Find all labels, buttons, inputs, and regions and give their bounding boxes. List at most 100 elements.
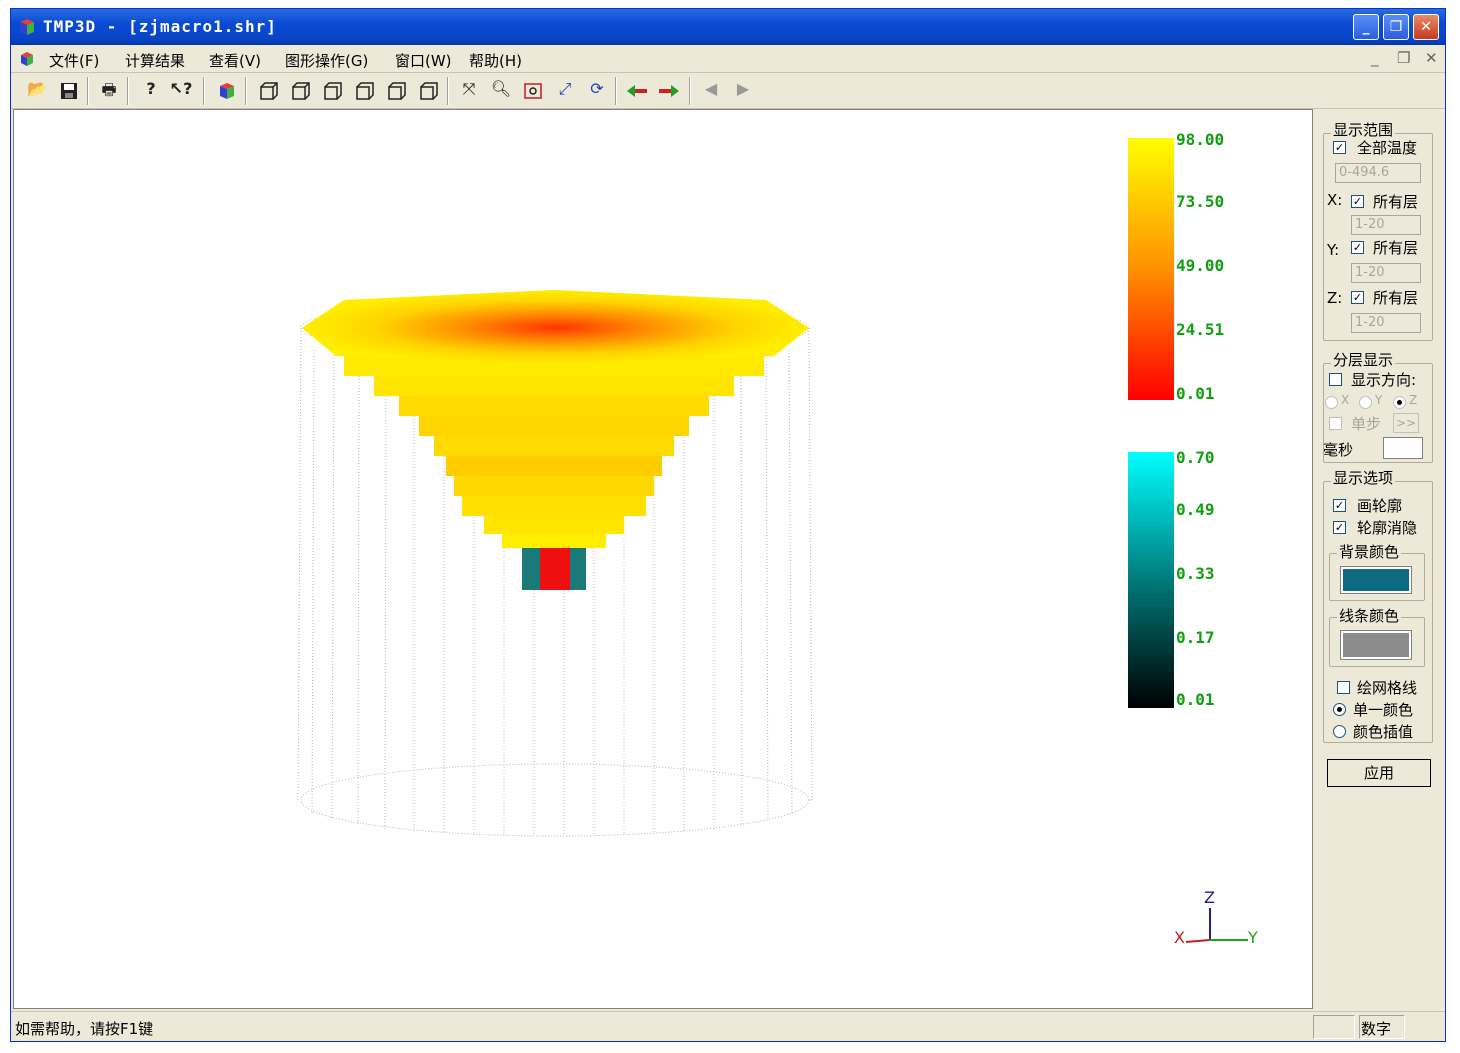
all-temp-label: 全部温度 xyxy=(1357,139,1418,157)
open-icon[interactable]: 📂 xyxy=(25,79,49,103)
temperature-legend xyxy=(1128,138,1174,400)
grid-label: 绘网格线 xyxy=(1357,679,1418,697)
view-top-icon[interactable] xyxy=(385,79,409,103)
all-temp-checkbox[interactable]: ✓ xyxy=(1333,141,1346,154)
toolbar-separator xyxy=(127,77,129,105)
x-all-layers-checkbox[interactable]: ✓ xyxy=(1351,195,1364,208)
axis-label-y: Y xyxy=(1248,928,1258,947)
y-range-input[interactable]: 1-20 xyxy=(1351,263,1421,283)
pan-icon[interactable]: ⤢ xyxy=(553,79,577,103)
secondary-legend-label: 0.33 xyxy=(1176,564,1215,583)
secondary-legend-label: 0.01 xyxy=(1176,690,1215,709)
z-direction-label: Z xyxy=(1409,393,1418,407)
window-title: TMP3D - [zjmacro1.shr] xyxy=(43,17,277,36)
arrow-left-icon[interactable] xyxy=(625,79,649,103)
outline-checkbox[interactable]: ✓ xyxy=(1333,499,1346,512)
status-num-indicator: 数字 xyxy=(1361,1020,1392,1038)
zoom-window-icon[interactable] xyxy=(521,79,545,103)
y-direction-radio[interactable] xyxy=(1359,396,1372,409)
temp-range-input[interactable]: 0-494.6 xyxy=(1335,163,1421,183)
secondary-legend-label: 0.49 xyxy=(1176,500,1215,519)
title-bar[interactable]: TMP3D - [zjmacro1.shr] _ ❐ ✕ xyxy=(11,9,1445,45)
x-direction-label: X xyxy=(1341,393,1350,407)
secondary-legend-label: 0.17 xyxy=(1176,628,1215,647)
line-color-swatch[interactable] xyxy=(1340,630,1412,660)
zoom-icon[interactable]: 🔍︎ xyxy=(489,79,513,103)
z-direction-radio[interactable] xyxy=(1393,396,1406,409)
apply-button[interactable]: 应用 xyxy=(1327,759,1431,787)
x-all-layers-label: 所有层 xyxy=(1373,193,1419,211)
single-color-label: 单一颜色 xyxy=(1353,701,1414,719)
secondary-colorbar xyxy=(1128,452,1174,708)
toolbar-separator xyxy=(689,77,691,105)
control-panel: 显示范围 ✓ 全部温度 0-494.6 X: ✓ 所有层 1-20 Y: ✓ 所… xyxy=(1313,109,1445,1009)
ms-input[interactable] xyxy=(1383,437,1423,459)
y-all-layers-checkbox[interactable]: ✓ xyxy=(1351,241,1364,254)
view-right-icon[interactable] xyxy=(353,79,377,103)
bg-color-swatch[interactable] xyxy=(1340,566,1412,594)
arrow-right-icon[interactable] xyxy=(657,79,681,103)
status-hint: 如需帮助，请按F1键 xyxy=(15,1020,154,1038)
mdi-close-button[interactable]: ✕ xyxy=(1425,49,1438,67)
view-back-icon[interactable] xyxy=(289,79,313,103)
menu-graphics[interactable]: 图形操作(G) xyxy=(285,50,368,71)
menu-bar: 文件(F) 计算结果 查看(V) 图形操作(G) 窗口(W) 帮助(H) _ ❐… xyxy=(11,45,1445,73)
rotate-icon[interactable]: ⟳ xyxy=(585,79,609,103)
cube-icon[interactable] xyxy=(215,79,239,103)
view-front-icon[interactable] xyxy=(257,79,281,103)
direction-checkbox[interactable] xyxy=(1329,373,1342,386)
print-icon[interactable]: 🖶 xyxy=(97,79,121,103)
toolbar-separator xyxy=(615,77,617,105)
minimize-button[interactable]: _ xyxy=(1353,14,1379,40)
interp-color-label: 颜色插值 xyxy=(1353,723,1414,741)
fit-icon[interactable]: ⤧ xyxy=(457,79,481,103)
mdi-restore-button[interactable]: ❐ xyxy=(1397,49,1410,67)
interp-color-radio[interactable] xyxy=(1333,725,1346,738)
ms-label: 毫秒 xyxy=(1323,441,1354,459)
toolbar-separator xyxy=(245,77,247,105)
menu-view[interactable]: 查看(V) xyxy=(209,50,261,71)
view-bottom-icon[interactable] xyxy=(417,79,441,103)
x-range-input[interactable]: 1-20 xyxy=(1351,215,1421,235)
step-next-button[interactable]: >> xyxy=(1393,413,1419,433)
z-all-layers-label: 所有层 xyxy=(1373,289,1419,307)
y-direction-label: Y xyxy=(1375,393,1383,407)
document-cube-icon xyxy=(21,52,33,66)
z-axis-label: Z: xyxy=(1327,289,1343,307)
menu-window[interactable]: 窗口(W) xyxy=(395,50,452,71)
single-color-radio[interactable] xyxy=(1333,703,1346,716)
3d-scene[interactable] xyxy=(14,110,1314,1010)
save-icon[interactable] xyxy=(57,79,81,103)
axis-label-z: Z xyxy=(1204,888,1215,907)
grid-checkbox[interactable] xyxy=(1337,681,1350,694)
y-all-layers-label: 所有层 xyxy=(1373,239,1419,257)
prev-icon[interactable]: ◀ xyxy=(699,79,723,103)
toolbar: 📂 🖶 ? ↖? ⤧ 🔍︎ ⤢ ⟳ ◀ ▶ xyxy=(11,73,1445,109)
mdi-minimize-button[interactable]: _ xyxy=(1371,49,1379,67)
secondary-legend-label: 0.70 xyxy=(1176,448,1215,467)
close-button[interactable]: ✕ xyxy=(1413,14,1439,40)
menu-results[interactable]: 计算结果 xyxy=(125,50,185,71)
x-direction-radio[interactable] xyxy=(1325,396,1338,409)
hidden-line-checkbox[interactable]: ✓ xyxy=(1333,521,1346,534)
outline-label: 画轮廓 xyxy=(1357,497,1403,515)
context-help-icon[interactable]: ↖? xyxy=(169,79,193,103)
temp-legend-label: 98.00 xyxy=(1176,130,1225,149)
app-cube-icon xyxy=(20,19,34,35)
3d-viewport[interactable]: 98.00 73.50 49.00 24.51 0.01 0.70 0.49 0… xyxy=(13,109,1313,1009)
next-icon[interactable]: ▶ xyxy=(731,79,755,103)
restore-button[interactable]: ❐ xyxy=(1383,14,1409,40)
view-left-icon[interactable] xyxy=(321,79,345,103)
menu-help[interactable]: 帮助(H) xyxy=(469,50,522,71)
step-checkbox[interactable] xyxy=(1329,417,1342,430)
z-range-input[interactable]: 1-20 xyxy=(1351,313,1421,333)
y-axis-label: Y: xyxy=(1327,241,1340,259)
temp-legend-label: 49.00 xyxy=(1176,256,1225,275)
line-color-title: 线条颜色 xyxy=(1337,605,1402,626)
step-label: 单步 xyxy=(1351,415,1382,433)
x-axis-label: X: xyxy=(1327,191,1343,209)
hidden-line-label: 轮廓消隐 xyxy=(1357,519,1418,537)
z-all-layers-checkbox[interactable]: ✓ xyxy=(1351,291,1364,304)
help-icon[interactable]: ? xyxy=(139,79,163,103)
menu-file[interactable]: 文件(F) xyxy=(49,50,99,71)
